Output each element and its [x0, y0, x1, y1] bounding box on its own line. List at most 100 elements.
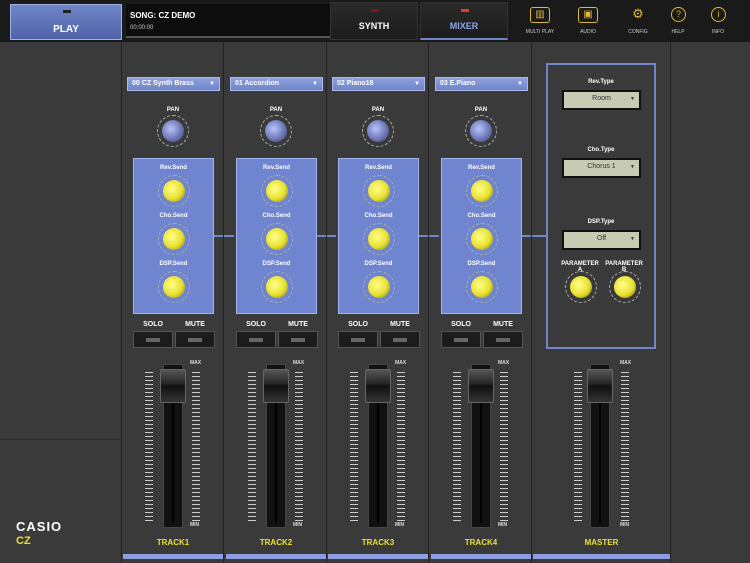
rev-send-knob[interactable] [363, 175, 395, 207]
volume-fader[interactable] [263, 364, 289, 528]
mute-button[interactable] [278, 331, 318, 348]
fader-cap[interactable] [263, 369, 289, 403]
fader-scale-right [295, 372, 303, 524]
solo-button[interactable] [338, 331, 378, 348]
max-label: MAX [498, 360, 510, 366]
mute-button[interactable] [483, 331, 523, 348]
preset-name: 02 Piano16 [337, 80, 374, 87]
mixer-mode-button[interactable]: MIXER [420, 2, 508, 40]
pan-knob[interactable] [362, 115, 394, 147]
rev-type-select[interactable]: Room ▼ [562, 90, 641, 110]
preset-dropdown[interactable]: 00 CZ Synth Brass ▼ [127, 77, 220, 91]
rev-send-label: Rev.Send [468, 165, 495, 171]
audio-button[interactable]: ▣ AUDIO [567, 4, 609, 38]
play-led [63, 10, 71, 13]
dsp-send-label: DSP.Send [364, 261, 393, 267]
config-button[interactable]: ⚙ CONFIG [617, 4, 659, 38]
dsp-send-knob[interactable] [363, 271, 395, 303]
rev-send-label: Rev.Send [263, 165, 290, 171]
song-name: SONG: CZ DEMO [130, 11, 196, 20]
mute-label: MUTE [288, 321, 308, 328]
mixer-label: MIXER [449, 21, 479, 31]
fader-scale-right [397, 372, 405, 524]
parameter-b-knob[interactable] [609, 271, 641, 303]
dsp-send-label: DSP.Send [467, 261, 496, 267]
rev-send-knob[interactable] [158, 175, 190, 207]
volume-fader[interactable] [365, 364, 391, 528]
fader-cap[interactable] [365, 369, 391, 403]
pan-label: PAN [371, 107, 385, 113]
cho-send-knob[interactable] [158, 223, 190, 255]
mute-label: MUTE [390, 321, 410, 328]
mute-button[interactable] [175, 331, 215, 348]
info-icon: i [711, 7, 726, 22]
track-select-bar[interactable] [226, 554, 326, 559]
multi-play-button[interactable]: ▥ MULTI PLAY [519, 4, 561, 38]
synth-label: SYNTH [358, 21, 390, 31]
solo-button[interactable] [236, 331, 276, 348]
send-panel: Rev.Send Cho.Send DSP.Send [441, 158, 522, 314]
volume-fader[interactable] [468, 364, 494, 528]
fader-cap[interactable] [468, 369, 494, 403]
dsp-send-knob[interactable] [158, 271, 190, 303]
track-name: TRACK3 [361, 538, 395, 547]
left-panel [0, 42, 122, 563]
pan-label: PAN [474, 107, 488, 113]
track-select-bar[interactable] [431, 554, 531, 559]
master-fader[interactable] [587, 364, 613, 528]
track-select-bar[interactable] [123, 554, 223, 559]
track-strip: 03 E.Piano ▼ PAN Rev.Send Cho.Send DSP.Se… [431, 42, 532, 563]
dsp-send-label: DSP.Send [159, 261, 188, 267]
help-button[interactable]: ? HELP [657, 4, 699, 38]
volume-fader[interactable] [160, 364, 186, 528]
fader-cap[interactable] [160, 369, 186, 403]
preset-dropdown[interactable]: 03 E.Piano ▼ [435, 77, 528, 91]
pan-label: PAN [269, 107, 283, 113]
preset-dropdown[interactable]: 01 Accordion ▼ [230, 77, 323, 91]
rev-send-knob[interactable] [466, 175, 498, 207]
cho-send-knob[interactable] [363, 223, 395, 255]
send-panel: Rev.Send Cho.Send DSP.Send [236, 158, 317, 314]
mute-button[interactable] [380, 331, 420, 348]
cho-send-label: Cho.Send [159, 213, 188, 219]
preset-name: 03 E.Piano [440, 80, 476, 87]
pan-knob[interactable] [260, 115, 292, 147]
rev-send-label: Rev.Send [365, 165, 392, 171]
dsp-type-value: Off [596, 235, 607, 242]
fader-scale-left [350, 372, 358, 524]
dsp-type-select[interactable]: Off ▼ [562, 230, 641, 250]
synth-mode-button[interactable]: SYNTH [330, 2, 418, 40]
cho-send-knob[interactable] [466, 223, 498, 255]
rev-send-knob[interactable] [261, 175, 293, 207]
track-strip: 01 Accordion ▼ PAN Rev.Send Cho.Send DSP.… [226, 42, 327, 563]
dsp-type-label: DSP.Type [587, 219, 615, 225]
master-name: MASTER [584, 538, 619, 547]
dsp-send-knob[interactable] [466, 271, 498, 303]
track-select-bar[interactable] [328, 554, 428, 559]
fader-scale-right [500, 372, 508, 524]
solo-button[interactable] [441, 331, 481, 348]
dsp-send-knob[interactable] [261, 271, 293, 303]
pan-knob[interactable] [157, 115, 189, 147]
info-button[interactable]: i INFO [697, 4, 739, 38]
audio-label: AUDIO [580, 29, 596, 35]
master-select-bar[interactable] [533, 554, 670, 559]
song-display: SONG: CZ DEMO 00:00:00 [126, 4, 330, 38]
dsp-send-label: DSP.Send [262, 261, 291, 267]
fader-scale-left [145, 372, 153, 524]
preset-dropdown[interactable]: 02 Piano16 ▼ [332, 77, 425, 91]
track-name: TRACK1 [156, 538, 190, 547]
pan-knob[interactable] [465, 115, 497, 147]
multi-play-label: MULTI PLAY [525, 29, 555, 35]
song-time: 00:00:00 [130, 25, 154, 31]
play-mode-button[interactable]: PLAY [10, 4, 122, 40]
master-fader-cap[interactable] [587, 369, 613, 403]
cho-send-knob[interactable] [261, 223, 293, 255]
play-label: PLAY [53, 24, 79, 35]
solo-button[interactable] [133, 331, 173, 348]
cz-logo: CZ [16, 535, 31, 547]
parameter-a-knob[interactable] [565, 271, 597, 303]
config-label: CONFIG [628, 29, 648, 35]
cho-type-select[interactable]: Chorus 1 ▼ [562, 158, 641, 178]
cho-type-label: Cho.Type [587, 147, 615, 153]
